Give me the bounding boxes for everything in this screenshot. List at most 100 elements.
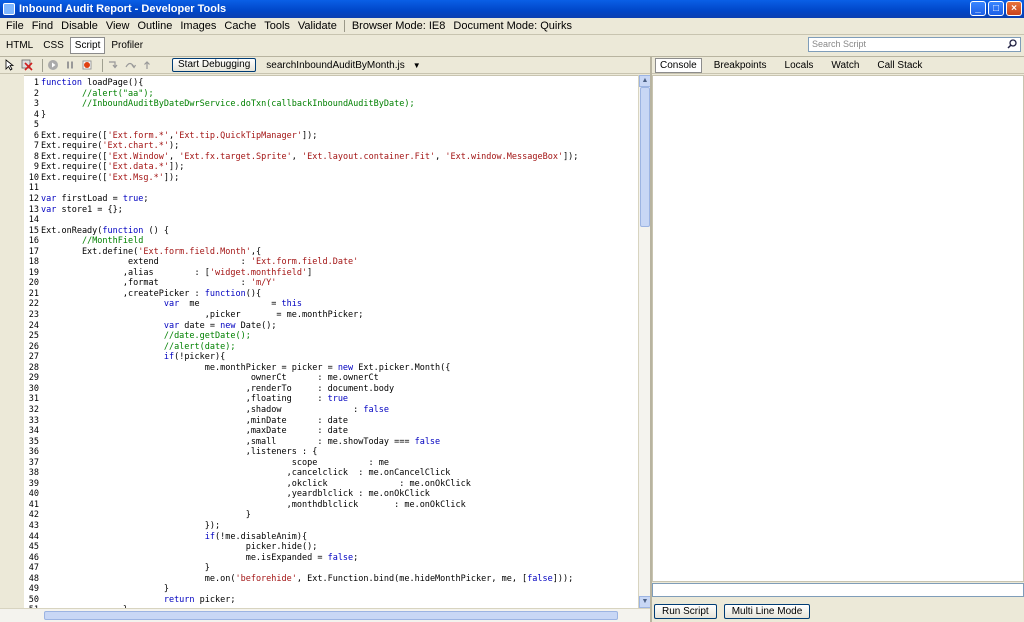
search-input[interactable]: Search Script bbox=[808, 37, 1021, 52]
line-number[interactable]: 9 bbox=[24, 162, 39, 173]
line-number[interactable]: 15 bbox=[24, 226, 39, 237]
menu-validate[interactable]: Validate bbox=[294, 20, 341, 32]
line-number[interactable]: 3 bbox=[24, 99, 39, 110]
line-number[interactable]: 43 bbox=[24, 521, 39, 532]
line-number[interactable]: 39 bbox=[24, 479, 39, 490]
script-file-select[interactable]: searchInboundAuditByMonth.js ▼ bbox=[266, 60, 420, 71]
line-number[interactable]: 7 bbox=[24, 141, 39, 152]
menu-tools[interactable]: Tools bbox=[260, 20, 294, 32]
line-number[interactable]: 31 bbox=[24, 394, 39, 405]
code-line: 9 Ext.require(['Ext.data.*']); bbox=[24, 162, 578, 173]
line-number[interactable]: 8 bbox=[24, 152, 39, 163]
line-number[interactable]: 30 bbox=[24, 384, 39, 395]
line-number[interactable]: 49 bbox=[24, 584, 39, 595]
line-number[interactable]: 41 bbox=[24, 500, 39, 511]
line-number[interactable]: 21 bbox=[24, 289, 39, 300]
maximize-button[interactable]: □ bbox=[988, 1, 1004, 16]
line-number[interactable]: 23 bbox=[24, 310, 39, 321]
continue-icon[interactable] bbox=[47, 59, 59, 71]
line-number[interactable]: 4 bbox=[24, 110, 39, 121]
tab-html[interactable]: HTML bbox=[2, 38, 37, 53]
tab-script[interactable]: Script bbox=[69, 37, 106, 54]
line-number[interactable]: 40 bbox=[24, 489, 39, 500]
console-input[interactable] bbox=[652, 583, 1024, 597]
line-number[interactable]: 11 bbox=[24, 183, 39, 194]
line-number[interactable]: 38 bbox=[24, 468, 39, 479]
line-number[interactable]: 19 bbox=[24, 268, 39, 279]
tab-breakpoints[interactable]: Breakpoints bbox=[710, 59, 771, 72]
line-number[interactable]: 46 bbox=[24, 553, 39, 564]
menu-view[interactable]: View bbox=[102, 20, 134, 32]
break-all-icon[interactable] bbox=[64, 59, 76, 71]
menu-outline[interactable]: Outline bbox=[133, 20, 176, 32]
line-number[interactable]: 27 bbox=[24, 352, 39, 363]
line-number[interactable]: 44 bbox=[24, 532, 39, 543]
step-out-icon[interactable] bbox=[141, 59, 153, 71]
menu-disable[interactable]: Disable bbox=[57, 20, 102, 32]
line-number[interactable]: 36 bbox=[24, 447, 39, 458]
code-line: 8 Ext.require(['Ext.Window', 'Ext.fx.targ… bbox=[24, 152, 579, 163]
line-number[interactable]: 50 bbox=[24, 595, 39, 606]
menu-find[interactable]: Find bbox=[28, 20, 57, 32]
stop-debugging-icon[interactable] bbox=[81, 59, 93, 71]
line-number[interactable]: 28 bbox=[24, 363, 39, 374]
code-text: //MonthField bbox=[81, 236, 144, 247]
menu-images[interactable]: Images bbox=[176, 20, 220, 32]
scroll-thumb[interactable] bbox=[640, 87, 650, 227]
breakpoint-gutter[interactable] bbox=[0, 75, 24, 608]
menu-document-mode[interactable]: Document Mode: Quirks bbox=[449, 20, 576, 32]
menu-browser-mode[interactable]: Browser Mode: IE8 bbox=[348, 20, 450, 32]
code-text: me.monthPicker = picker = new Ext.picker… bbox=[41, 362, 451, 373]
line-number[interactable]: 29 bbox=[24, 373, 39, 384]
line-number[interactable]: 48 bbox=[24, 574, 39, 585]
tab-call-stack[interactable]: Call Stack bbox=[873, 59, 926, 72]
tab-locals[interactable]: Locals bbox=[781, 59, 818, 72]
step-into-icon[interactable] bbox=[107, 59, 119, 71]
line-number[interactable]: 14 bbox=[24, 215, 39, 226]
select-element-icon[interactable] bbox=[4, 59, 16, 71]
line-number[interactable]: 20 bbox=[24, 278, 39, 289]
code-text: }); bbox=[41, 520, 221, 531]
line-number[interactable]: 24 bbox=[24, 321, 39, 332]
line-number[interactable]: 12 bbox=[24, 194, 39, 205]
line-number[interactable]: 13 bbox=[24, 205, 39, 216]
line-number[interactable]: 37 bbox=[24, 458, 39, 469]
search-icon[interactable] bbox=[1007, 39, 1017, 49]
line-number[interactable]: 33 bbox=[24, 416, 39, 427]
line-number[interactable]: 10 bbox=[24, 173, 39, 184]
tab-css[interactable]: CSS bbox=[39, 38, 68, 53]
clear-browser-cache-icon[interactable] bbox=[21, 59, 33, 71]
line-number[interactable]: 22 bbox=[24, 299, 39, 310]
line-number[interactable]: 34 bbox=[24, 426, 39, 437]
line-number[interactable]: 17 bbox=[24, 247, 39, 258]
line-number[interactable]: 2 bbox=[24, 89, 39, 100]
tab-console[interactable]: Console bbox=[655, 57, 702, 73]
editor-vertical-scrollbar[interactable]: ▲ ▼ bbox=[638, 75, 651, 608]
line-number[interactable]: 1 bbox=[24, 78, 39, 89]
scroll-thumb[interactable] bbox=[44, 611, 618, 620]
script-editor[interactable]: 1 function loadPage(){2 //alert("aa"); 3 /… bbox=[24, 75, 638, 608]
line-number[interactable]: 16 bbox=[24, 236, 39, 247]
line-number[interactable]: 6 bbox=[24, 131, 39, 142]
line-number[interactable]: 42 bbox=[24, 510, 39, 521]
step-over-icon[interactable] bbox=[124, 59, 136, 71]
line-number[interactable]: 5 bbox=[24, 120, 39, 131]
line-number[interactable]: 32 bbox=[24, 405, 39, 416]
tab-watch[interactable]: Watch bbox=[827, 59, 863, 72]
tab-profiler[interactable]: Profiler bbox=[107, 38, 147, 53]
line-number[interactable]: 47 bbox=[24, 563, 39, 574]
editor-horizontal-scrollbar[interactable] bbox=[0, 608, 650, 622]
multi-line-mode-button[interactable]: Multi Line Mode bbox=[723, 603, 811, 619]
start-debugging-button[interactable]: Start Debugging bbox=[172, 58, 257, 72]
line-number[interactable]: 18 bbox=[24, 257, 39, 268]
line-number[interactable]: 35 bbox=[24, 437, 39, 448]
code-line: 45 picker.hide(); bbox=[24, 542, 578, 553]
line-number[interactable]: 26 bbox=[24, 342, 39, 353]
menu-file[interactable]: File bbox=[2, 20, 28, 32]
close-button[interactable]: × bbox=[1006, 1, 1022, 16]
line-number[interactable]: 45 bbox=[24, 542, 39, 553]
run-script-button[interactable]: Run Script bbox=[654, 603, 717, 619]
line-number[interactable]: 25 bbox=[24, 331, 39, 342]
menu-cache[interactable]: Cache bbox=[220, 20, 260, 32]
minimize-button[interactable]: _ bbox=[970, 1, 986, 16]
